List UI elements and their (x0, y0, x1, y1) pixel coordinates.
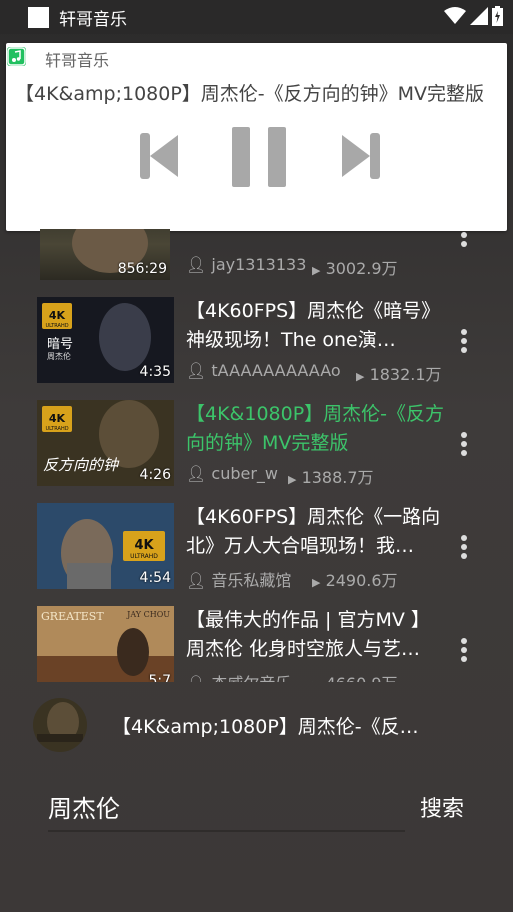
search-input[interactable] (48, 786, 405, 832)
now-playing-bar[interactable]: 【4K&amp;1080P】周杰伦-《反方向的钟》MV完整版 (0, 694, 513, 756)
more-options-icon[interactable] (457, 638, 471, 672)
video-thumbnail[interactable]: 856:29 (40, 229, 170, 280)
video-uploader: 杰威尔音乐 (211, 674, 291, 682)
previous-icon[interactable] (134, 125, 182, 185)
video-uploader: tAAAAAAAAAAo (211, 361, 341, 380)
now-playing-cover[interactable] (33, 698, 87, 752)
status-bar: 轩哥音乐 (0, 0, 513, 34)
play-count-icon: ▶︎ (356, 370, 365, 383)
user-icon: 👤︎ (186, 571, 207, 590)
more-options-icon[interactable] (457, 329, 471, 363)
video-views: 3002.9万 (325, 259, 398, 278)
video-views: 2490.6万 (325, 571, 398, 590)
play-count-icon: ▶︎ (312, 264, 321, 277)
svg-text:ULTRAHD: ULTRAHD (45, 323, 68, 329)
video-duration: 856:29 (117, 261, 167, 277)
status-app-title: 轩哥音乐 (59, 10, 127, 30)
thumbnail-caption: 暗号 (47, 337, 74, 352)
media-notification[interactable]: 轩哥音乐 【4K&amp;1080P】周杰伦-《反方向的钟》MV完整版 (6, 43, 507, 231)
svg-text:4K: 4K (49, 412, 66, 425)
app-icon (28, 7, 49, 28)
list-item[interactable]: 856:29 👤︎ jay1313133 ▶︎ 3002.9万 (0, 229, 513, 280)
video-title[interactable]: 【最伟大的作品 | 官方MV 】周杰伦 化身时空旅人与艺… (186, 606, 448, 664)
video-uploader: 音乐私藏馆 (211, 571, 292, 590)
thumbnail-caption: GREATEST (41, 610, 104, 623)
video-duration: 4:54 (139, 570, 171, 586)
video-duration: 4:26 (139, 467, 171, 483)
album-art (33, 698, 87, 752)
notification-app-name: 轩哥音乐 (45, 51, 110, 70)
svg-text:4K: 4K (49, 309, 66, 322)
wifi-icon (444, 7, 466, 24)
video-views: 1832.1万 (369, 365, 442, 384)
list-item[interactable]: 4K ULTRAHD 反方向的钟 4:26 【4K&1080P】周杰伦-《反方向… (0, 400, 513, 488)
thumbnail-caption: 反方向的钟 (43, 456, 119, 474)
user-icon: 👤︎ (186, 464, 207, 483)
video-title[interactable]: 【4K60FPS】周杰伦《暗号》 神级现场！The one演… (186, 297, 448, 355)
play-count-icon: ▶︎ (312, 576, 321, 589)
video-thumbnail[interactable]: GREATEST JAY CHOU 5:7 (37, 606, 174, 682)
svg-text:ULTRAHD: ULTRAHD (130, 553, 158, 560)
thumbnail-subcaption: 周杰伦 (47, 352, 71, 361)
video-thumbnail[interactable]: 4K ULTRAHD 暗号 周杰伦 4:35 (37, 297, 174, 383)
notification-track-title: 【4K&amp;1080P】周杰伦-《反方向的钟》MV完整版 (15, 83, 485, 105)
now-playing-title: 【4K&amp;1080P】周杰伦-《反方向的钟》MV完整版 (112, 716, 427, 738)
video-uploader: cuber_w (211, 464, 279, 483)
pause-icon[interactable] (230, 125, 290, 189)
play-count-icon: ▶︎ (288, 473, 297, 486)
video-duration: 5:7 (148, 673, 171, 682)
battery-icon (492, 6, 503, 26)
video-duration: 4:35 (139, 364, 171, 380)
playback-controls (6, 125, 507, 189)
video-uploader: jay1313133 (211, 255, 307, 274)
svg-text:4K: 4K (134, 538, 154, 553)
more-options-icon[interactable] (457, 535, 471, 569)
user-icon: 👤︎ (186, 361, 207, 380)
user-icon: 👤︎ (186, 255, 207, 274)
video-list[interactable]: 856:29 👤︎ jay1313133 ▶︎ 3002.9万 4K ULTRA… (0, 229, 513, 682)
list-item[interactable]: 4K ULTRAHD 4:54 【4K60FPS】周杰伦《一路向北》万人大合唱现… (0, 503, 513, 591)
system-icons (444, 6, 503, 26)
svg-text:ULTRAHD: ULTRAHD (45, 426, 68, 432)
list-item[interactable]: GREATEST JAY CHOU 5:7 【最伟大的作品 | 官方MV 】周杰… (0, 606, 513, 682)
music-note-icon (7, 47, 26, 66)
video-thumbnail[interactable]: 4K ULTRAHD 反方向的钟 4:26 (37, 400, 174, 486)
next-icon[interactable] (338, 125, 386, 185)
signal-icon (470, 7, 488, 25)
thumbnail-subcaption: JAY CHOU (127, 610, 170, 619)
video-title[interactable]: 【4K&1080P】周杰伦-《反方向的钟》MV完整版 (186, 400, 448, 458)
video-views: 4660.9万 (326, 674, 398, 682)
user-icon: 👤︎ (186, 674, 206, 682)
list-item[interactable]: 4K ULTRAHD 暗号 周杰伦 4:35 【4K60FPS】周杰伦《暗号》 … (0, 297, 513, 385)
video-views: 1388.7万 (301, 468, 374, 487)
play-count-icon: ▶︎ (312, 679, 320, 682)
video-thumbnail[interactable]: 4K ULTRAHD 4:54 (37, 503, 174, 589)
more-options-icon[interactable] (457, 229, 471, 257)
search-button[interactable]: 搜索 (420, 791, 464, 823)
more-options-icon[interactable] (457, 432, 471, 466)
video-title[interactable]: 【4K60FPS】周杰伦《一路向北》万人大合唱现场！我… (186, 503, 448, 561)
